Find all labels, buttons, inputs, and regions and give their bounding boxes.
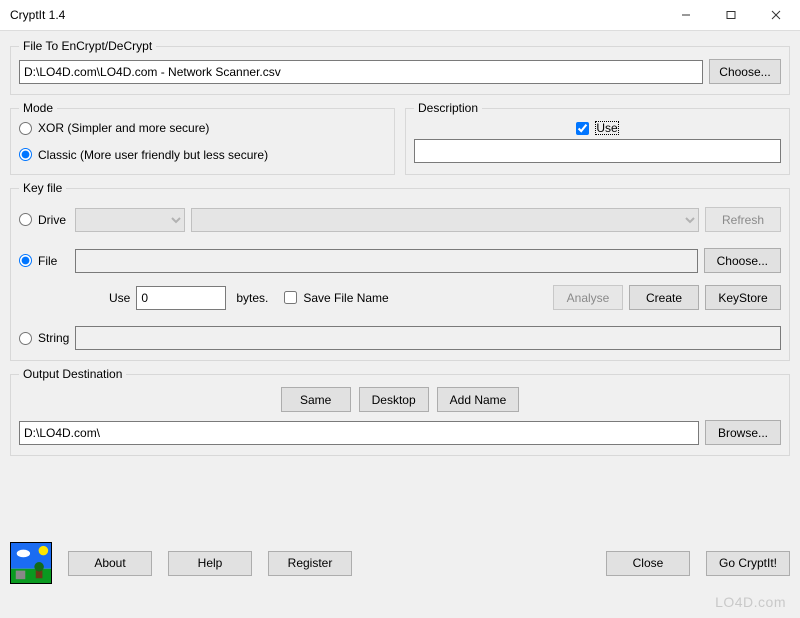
file-group-legend: File To EnCrypt/DeCrypt [19, 39, 156, 53]
keyfile-savefilename-label: Save File Name [303, 291, 388, 305]
keyfile-keystore-button[interactable]: KeyStore [705, 285, 781, 310]
mode-group: Mode XOR (Simpler and more secure) Class… [10, 101, 395, 175]
titlebar: CryptIt 1.4 [0, 0, 800, 31]
description-group-legend: Description [414, 101, 482, 115]
close-window-button[interactable] [753, 1, 798, 29]
output-browse-button[interactable]: Browse... [705, 420, 781, 445]
maximize-button[interactable] [708, 1, 753, 29]
bottom-bar: About Help Register Close Go CryptIt! [10, 542, 790, 584]
app-logo-icon [10, 542, 52, 584]
file-path-input[interactable] [19, 60, 703, 84]
mode-group-legend: Mode [19, 101, 57, 115]
register-button[interactable]: Register [268, 551, 352, 576]
help-button[interactable]: Help [168, 551, 252, 576]
file-choose-button[interactable]: Choose... [709, 59, 781, 84]
keyfile-refresh-button: Refresh [705, 207, 781, 232]
output-path-input[interactable] [19, 421, 699, 445]
watermark: LO4D.com [715, 594, 786, 610]
keyfile-create-button[interactable]: Create [629, 285, 699, 310]
description-use-checkbox[interactable]: Use [576, 121, 618, 135]
keyfile-string-input [75, 326, 781, 350]
output-addname-button[interactable]: Add Name [437, 387, 520, 412]
about-button[interactable]: About [68, 551, 152, 576]
mode-xor-radio[interactable]: XOR (Simpler and more secure) [19, 121, 209, 135]
keyfile-string-label: String [38, 331, 69, 345]
output-desktop-button[interactable]: Desktop [359, 387, 429, 412]
output-group: Output Destination Same Desktop Add Name… [10, 367, 790, 456]
minimize-button[interactable] [663, 1, 708, 29]
output-group-legend: Output Destination [19, 367, 126, 381]
keyfile-file-radio[interactable]: File [19, 254, 69, 268]
keyfile-drive-select [75, 208, 185, 232]
window-title: CryptIt 1.4 [10, 8, 663, 22]
keyfile-string-radio[interactable]: String [19, 331, 69, 345]
file-group: File To EnCrypt/DeCrypt Choose... [10, 39, 790, 95]
keyfile-group-legend: Key file [19, 181, 66, 195]
go-cryptit-button[interactable]: Go CryptIt! [706, 551, 790, 576]
description-use-label: Use [595, 121, 618, 135]
description-input[interactable] [414, 139, 781, 163]
keyfile-file-input [75, 249, 698, 273]
close-button[interactable]: Close [606, 551, 690, 576]
keyfile-group: Key file Drive Refresh File Choose... Us… [10, 181, 790, 361]
mode-classic-label: Classic (More user friendly but less sec… [38, 148, 268, 162]
keyfile-drive-label: Drive [38, 213, 66, 227]
keyfile-bytes-label: bytes. [232, 291, 278, 305]
mode-xor-label: XOR (Simpler and more secure) [38, 121, 209, 135]
keyfile-file-label: File [38, 254, 57, 268]
keyfile-analyse-button: Analyse [553, 285, 623, 310]
keyfile-drive-path-select [191, 208, 699, 232]
description-group: Description Use [405, 101, 790, 175]
keyfile-use-label: Use [109, 291, 130, 305]
keyfile-choose-button[interactable]: Choose... [704, 248, 781, 273]
keyfile-drive-radio[interactable]: Drive [19, 213, 69, 227]
output-same-button[interactable]: Same [281, 387, 351, 412]
client-area: File To EnCrypt/DeCrypt Choose... Mode X… [0, 31, 800, 618]
keyfile-bytes-input[interactable] [136, 286, 226, 310]
mode-classic-radio[interactable]: Classic (More user friendly but less sec… [19, 148, 268, 162]
keyfile-savefilename-checkbox[interactable]: Save File Name [284, 291, 388, 305]
